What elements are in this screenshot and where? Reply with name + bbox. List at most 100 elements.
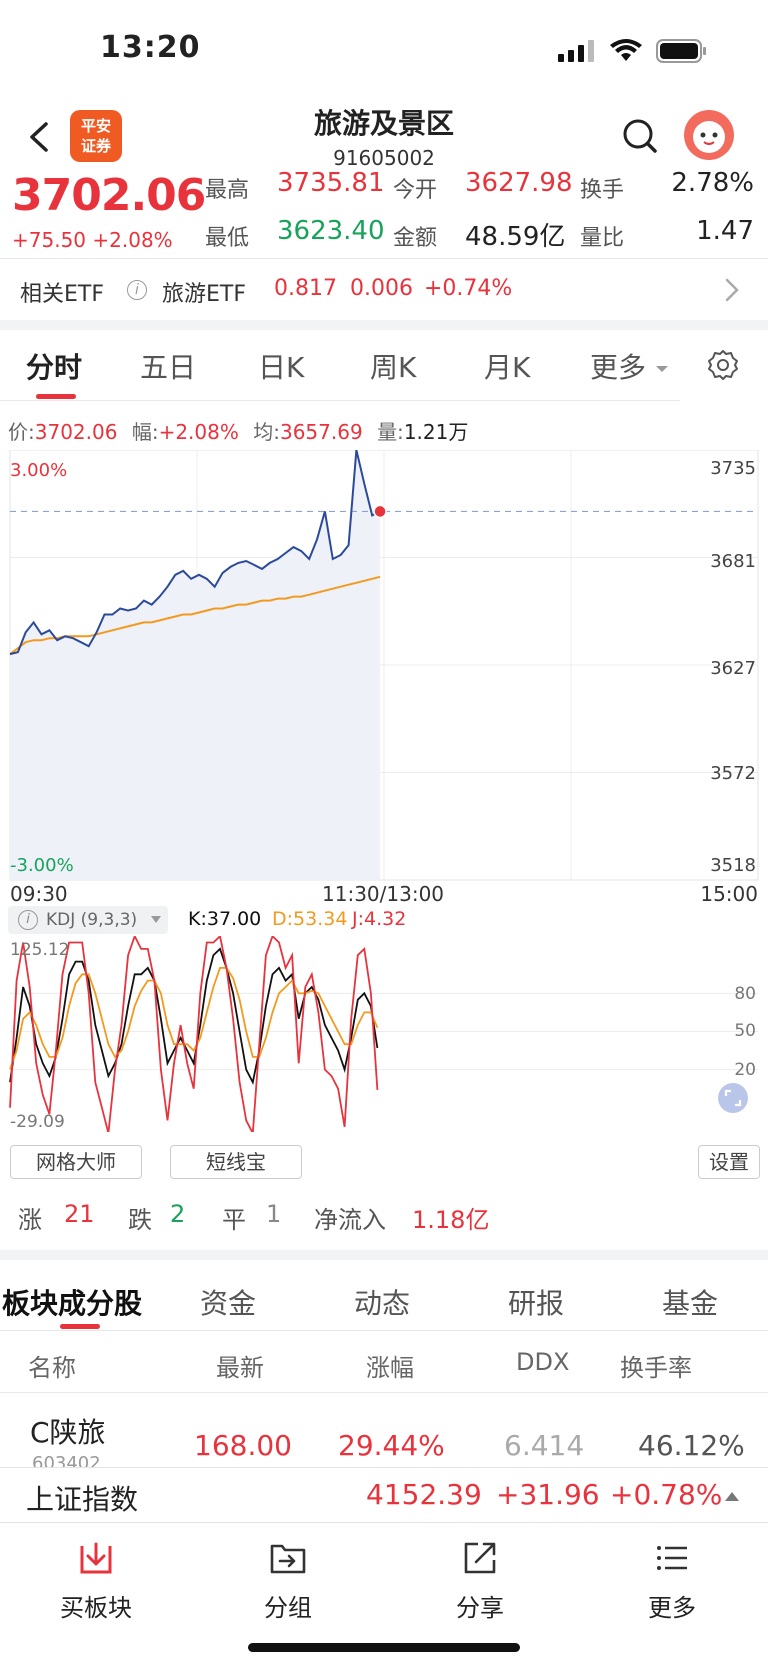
tab-news[interactable]: 动态 xyxy=(354,1282,410,1322)
settings-button[interactable]: 设置 xyxy=(698,1145,760,1179)
kdj-y-tick: 20 xyxy=(734,1060,756,1080)
etf-change: 0.006 xyxy=(350,276,413,301)
battery-icon xyxy=(656,39,706,63)
chevron-right-icon xyxy=(725,278,739,302)
tab-constituents[interactable]: 板块成分股 xyxy=(2,1282,142,1322)
more-button[interactable]: 更多 xyxy=(612,1588,732,1623)
stock-turnover: 46.12% xyxy=(638,1429,745,1462)
y-tick: 3572 xyxy=(710,763,756,784)
indicator-selector[interactable]: i KDJ (9,3,3) xyxy=(8,906,168,934)
open-value: 3627.98 xyxy=(465,168,573,198)
index-change: +31.96 xyxy=(496,1478,600,1511)
share-icon xyxy=(464,1542,496,1574)
col-header-change[interactable]: 涨幅 xyxy=(366,1348,414,1383)
stock-name: C陕旅 xyxy=(30,1416,106,1449)
tab-research[interactable]: 研报 xyxy=(508,1282,564,1322)
caret-up-icon xyxy=(725,1492,739,1501)
kdj-y-top: 125.12 xyxy=(10,940,70,960)
x-tick: 11:30/13:00 xyxy=(322,882,445,906)
change-percent: +2.08% xyxy=(92,228,173,252)
caret-down-icon xyxy=(655,366,668,372)
etf-label: 相关ETF xyxy=(20,282,104,307)
search-button[interactable] xyxy=(620,116,660,156)
group-folder-icon xyxy=(270,1544,306,1574)
col-header-ddx[interactable]: DDX xyxy=(516,1348,569,1376)
kdj-j-line xyxy=(9,936,379,1132)
info-avg: 3657.69 xyxy=(279,420,363,444)
kdj-d: D:53.34 xyxy=(272,908,348,930)
chevron-left-icon xyxy=(30,122,48,152)
kdj-y-tick: 50 xyxy=(734,1021,756,1041)
tab-fund[interactable]: 基金 xyxy=(662,1282,718,1322)
sector-code: 91605002 xyxy=(333,146,435,170)
stock-ddx: 6.414 xyxy=(504,1429,585,1462)
menu-list-icon xyxy=(657,1546,687,1570)
net-inflow-label: 净流入 xyxy=(314,1206,386,1234)
y-tick: 3518 xyxy=(710,855,756,876)
kdj-y-tick: 80 xyxy=(734,984,756,1004)
tab-funds-flow[interactable]: 资金 xyxy=(200,1282,256,1322)
kdj-y-bottom: -29.09 xyxy=(10,1112,65,1132)
tab-weekly-k[interactable]: 周K xyxy=(370,346,416,386)
flat-label: 平 xyxy=(222,1206,246,1234)
index-ticker-bar[interactable]: 上证指数 4152.39 +31.96 +0.78% xyxy=(0,1467,768,1523)
short-line-button[interactable]: 短线宝 xyxy=(170,1145,302,1179)
info-vol: 1.21万 xyxy=(403,420,469,444)
col-header-turnover[interactable]: 换手率 xyxy=(620,1348,692,1383)
tab-indicator xyxy=(36,394,76,399)
down-count: 2 xyxy=(170,1200,186,1228)
download-box-icon xyxy=(80,1542,112,1574)
x-tick: 15:00 xyxy=(700,882,758,906)
info-avg-label: 均: xyxy=(253,420,280,444)
assistant-avatar[interactable] xyxy=(684,110,734,160)
index-value: 4152.39 xyxy=(366,1478,482,1511)
buy-sector-button[interactable]: 买板块 xyxy=(36,1588,156,1623)
mascot-icon xyxy=(693,121,725,153)
col-header-name[interactable]: 名称 xyxy=(28,1348,76,1383)
tab-daily-k[interactable]: 日K xyxy=(258,346,304,386)
y-tick: 3735 xyxy=(710,458,756,479)
col-header-latest[interactable]: 最新 xyxy=(216,1348,264,1383)
divider xyxy=(0,258,768,259)
tab-intraday[interactable]: 分时 xyxy=(26,346,82,386)
kdj-chart[interactable] xyxy=(0,936,768,1132)
kdj-k: K:37.00 xyxy=(188,908,262,930)
group-button[interactable]: 分组 xyxy=(228,1588,348,1623)
tab-monthly-k[interactable]: 月K xyxy=(484,346,530,386)
price-change: +75.50 +2.08% xyxy=(12,228,173,252)
divider xyxy=(0,1330,768,1331)
info-vol-label: 量: xyxy=(377,420,404,444)
brand-logo-line1: 平安 xyxy=(80,117,111,135)
caret-down-icon xyxy=(151,916,161,923)
expand-chart-button[interactable] xyxy=(718,1083,748,1113)
info-pct-label: 幅: xyxy=(131,420,159,444)
share-button[interactable]: 分享 xyxy=(420,1588,540,1623)
related-etf-row[interactable]: 相关ETF i 旅游ETF 0.817 0.006 +0.74% xyxy=(0,260,768,320)
tab-indicator xyxy=(60,1324,100,1329)
amount-label: 金额 xyxy=(393,226,438,251)
intraday-chart[interactable] xyxy=(0,450,768,910)
brand-logo: 平安 证券 xyxy=(70,110,122,162)
amount-value: 48.59亿 xyxy=(465,222,566,252)
section-gap xyxy=(0,1250,768,1260)
section-gap xyxy=(0,320,768,330)
info-icon[interactable]: i xyxy=(18,910,38,930)
current-price: 3702.06 xyxy=(12,170,206,221)
tab-five-day[interactable]: 五日 xyxy=(140,346,196,386)
index-name: 上证指数 xyxy=(26,1483,139,1516)
grid-master-button[interactable]: 网格大师 xyxy=(10,1145,142,1179)
change-value: +75.50 xyxy=(12,228,87,252)
turnover-label: 换手 xyxy=(580,178,625,203)
info-icon[interactable]: i xyxy=(127,280,147,300)
stock-change: 29.44% xyxy=(338,1429,445,1462)
low-value: 3623.40 xyxy=(277,216,385,246)
up-count: 21 xyxy=(64,1200,95,1228)
tab-more[interactable]: 更多 xyxy=(590,346,669,386)
indicator-name: KDJ (9,3,3) xyxy=(46,910,138,930)
status-icons xyxy=(558,36,708,66)
table-row[interactable]: C陕旅 603402 168.00 29.44% 6.414 46.12% xyxy=(0,1393,768,1467)
back-button[interactable] xyxy=(20,112,60,162)
y-left-top: 3.00% xyxy=(10,460,68,481)
settings-gear-icon[interactable] xyxy=(706,348,740,382)
wifi-icon xyxy=(610,39,642,61)
